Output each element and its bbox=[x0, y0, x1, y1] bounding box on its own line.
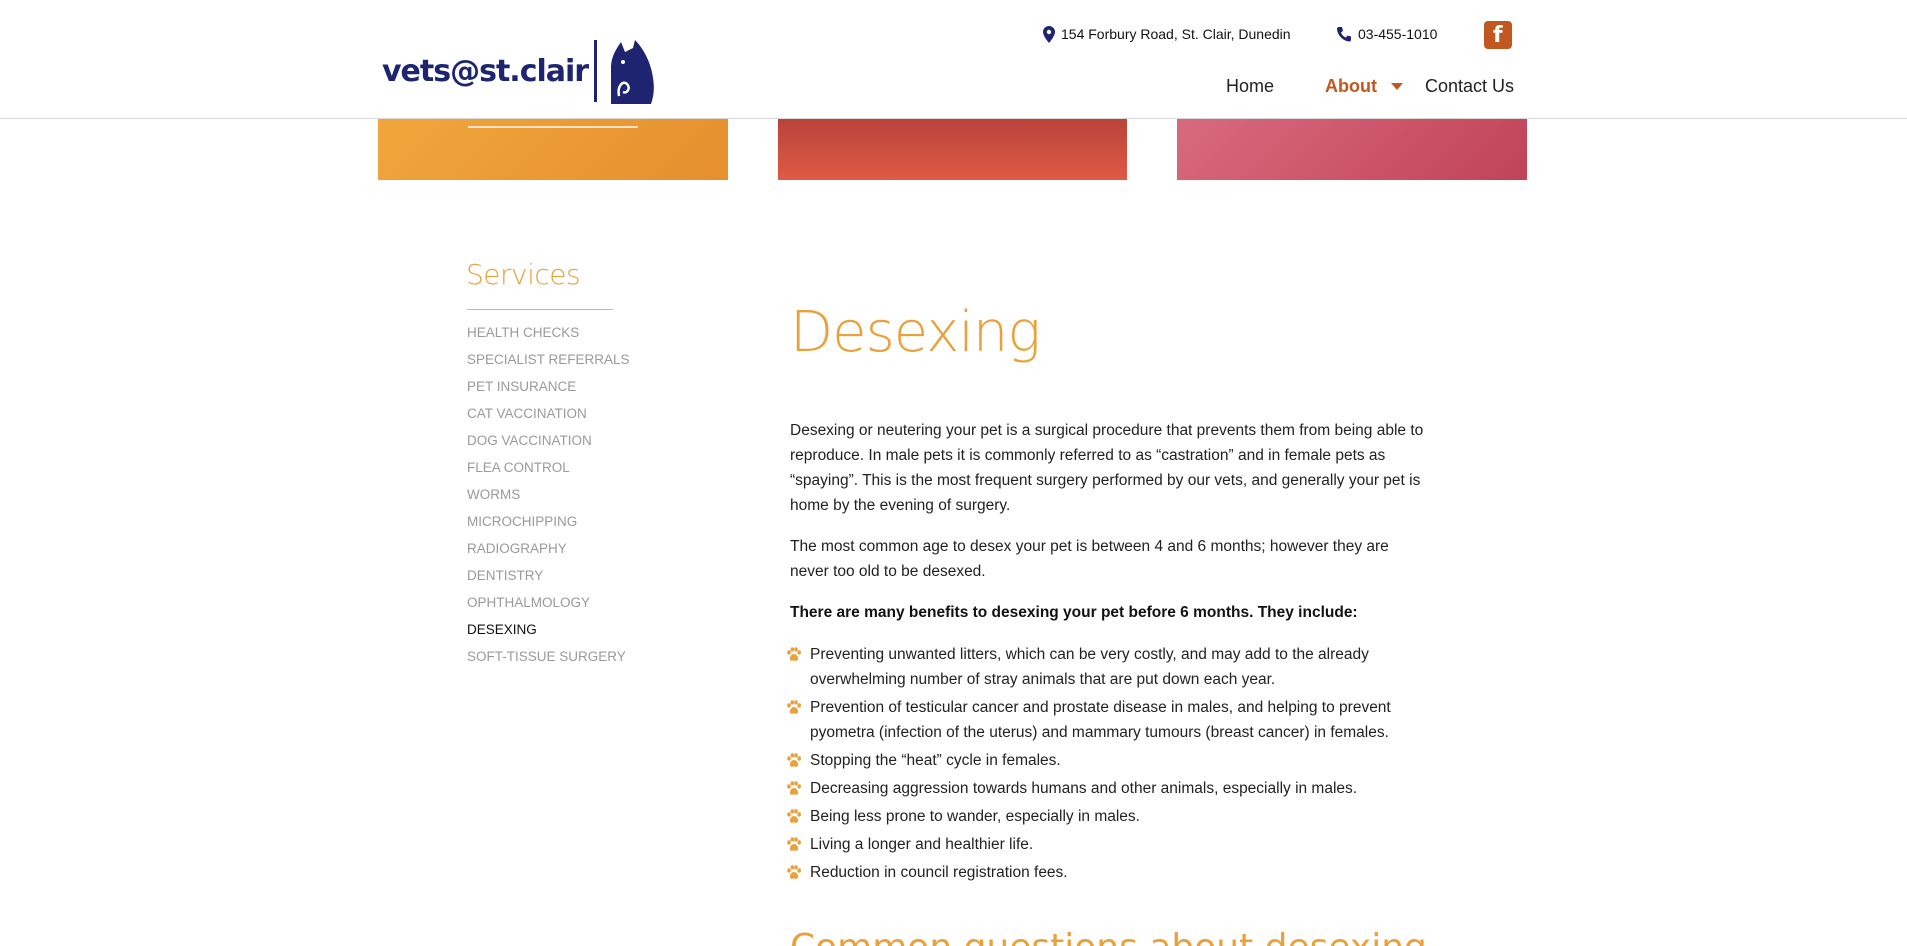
list-item: Being less prone to wander, especially i… bbox=[786, 804, 1446, 829]
nav-contact-label: Contact Us bbox=[1425, 75, 1515, 96]
benefit-text: Decreasing aggression towards humans and… bbox=[810, 780, 1358, 797]
nav-about[interactable]: About bbox=[1325, 72, 1403, 100]
sidebar-item-worms[interactable]: WORMS bbox=[467, 484, 630, 511]
paw-icon bbox=[787, 809, 801, 823]
address-info: 154 Forbury Road, St. Clair, Dunedin bbox=[1043, 21, 1291, 47]
map-pin-icon bbox=[1043, 25, 1055, 43]
sidebar-item-desexing[interactable]: DESEXING bbox=[467, 619, 630, 646]
paw-icon bbox=[787, 753, 801, 767]
page-title: Desexing bbox=[790, 300, 1041, 365]
list-item: Prevention of testicular cancer and pros… bbox=[786, 695, 1446, 745]
facebook-icon[interactable]: f bbox=[1484, 21, 1512, 49]
logo-wordmark: vets@st.clair bbox=[382, 53, 589, 89]
sidebar-item-soft-tissue-surgery[interactable]: SOFT-TISSUE SURGERY bbox=[467, 646, 630, 673]
list-item: Decreasing aggression towards humans and… bbox=[786, 776, 1446, 801]
sidebar-item-dentistry[interactable]: DENTISTRY bbox=[467, 565, 630, 592]
address-text: 154 Forbury Road, St. Clair, Dunedin bbox=[1061, 26, 1291, 42]
paw-icon bbox=[787, 837, 801, 851]
paw-icon bbox=[787, 700, 801, 714]
benefit-text: Stopping the “heat” cycle in females. bbox=[810, 752, 1061, 769]
list-item: Stopping the “heat” cycle in females. bbox=[786, 748, 1446, 773]
list-item: Preventing unwanted litters, which can b… bbox=[786, 642, 1446, 692]
site-logo[interactable]: vets@st.clair bbox=[382, 38, 657, 104]
benefit-text: Living a longer and healthier life. bbox=[810, 836, 1034, 853]
list-item: Reduction in council registration fees. bbox=[786, 860, 1446, 885]
sidebar-item-radiography[interactable]: RADIOGRAPHY bbox=[467, 538, 630, 565]
phone-info[interactable]: 03-455-1010 bbox=[1336, 21, 1437, 47]
sidebar-item-pet-insurance[interactable]: PET INSURANCE bbox=[467, 376, 630, 403]
sidebar-title: Services bbox=[466, 258, 581, 291]
sidebar-item-ophthalmology[interactable]: OPHTHALMOLOGY bbox=[467, 592, 630, 619]
sidebar-item-cat-vaccination[interactable]: CAT VACCINATION bbox=[467, 403, 630, 430]
banner-tile-pet[interactable] bbox=[1177, 118, 1527, 180]
intro-paragraph: Desexing or neutering your pet is a surg… bbox=[790, 422, 1424, 514]
paw-icon bbox=[787, 865, 801, 879]
benefit-text: Reduction in council registration fees. bbox=[810, 864, 1068, 881]
benefits-list: Preventing unwanted litters, which can b… bbox=[786, 642, 1446, 888]
site-header: vets@st.clair 154 Forbury Road, St. Clai… bbox=[0, 0, 1907, 119]
banner-tile-dog[interactable] bbox=[778, 118, 1127, 180]
age-paragraph: The most common age to desex your pet is… bbox=[790, 538, 1389, 580]
nav-contact[interactable]: Contact Us bbox=[1425, 72, 1514, 100]
sidebar-item-microchipping[interactable]: MICROCHIPPING bbox=[467, 511, 630, 538]
sidebar-item-dog-vaccination[interactable]: DOG VACCINATION bbox=[467, 430, 630, 457]
nav-about-label: About bbox=[1325, 75, 1377, 96]
cat-logo-icon bbox=[611, 40, 654, 104]
services-menu: HEALTH CHECKS SPECIALIST REFERRALS PET I… bbox=[467, 322, 630, 673]
phone-icon bbox=[1337, 27, 1351, 42]
sidebar-item-flea-control[interactable]: FLEA CONTROL bbox=[467, 457, 630, 484]
sidebar-item-specialist-referrals[interactable]: SPECIALIST REFERRALS bbox=[467, 349, 630, 376]
benefits-intro: There are many benefits to desexing your… bbox=[790, 604, 1358, 621]
phone-text: 03-455-1010 bbox=[1358, 26, 1438, 42]
nav-home-label: Home bbox=[1226, 75, 1275, 96]
sidebar-divider bbox=[467, 309, 613, 310]
benefit-text: Prevention of testicular cancer and pros… bbox=[810, 699, 1391, 741]
section-heading-questions: Common questions about desexing bbox=[790, 928, 1427, 946]
list-item: Living a longer and healthier life. bbox=[786, 832, 1446, 857]
paw-icon bbox=[787, 781, 801, 795]
chevron-down-icon[interactable] bbox=[1390, 82, 1403, 90]
banner-tile-cat[interactable] bbox=[378, 118, 728, 180]
paw-icon bbox=[787, 647, 801, 661]
sidebar-item-health-checks[interactable]: HEALTH CHECKS bbox=[467, 322, 630, 349]
logo-divider bbox=[594, 40, 598, 102]
banner-underline bbox=[468, 126, 638, 128]
benefit-text: Being less prone to wander, especially i… bbox=[810, 808, 1140, 825]
nav-home[interactable]: Home bbox=[1226, 72, 1274, 100]
benefit-text: Preventing unwanted litters, which can b… bbox=[810, 646, 1369, 688]
